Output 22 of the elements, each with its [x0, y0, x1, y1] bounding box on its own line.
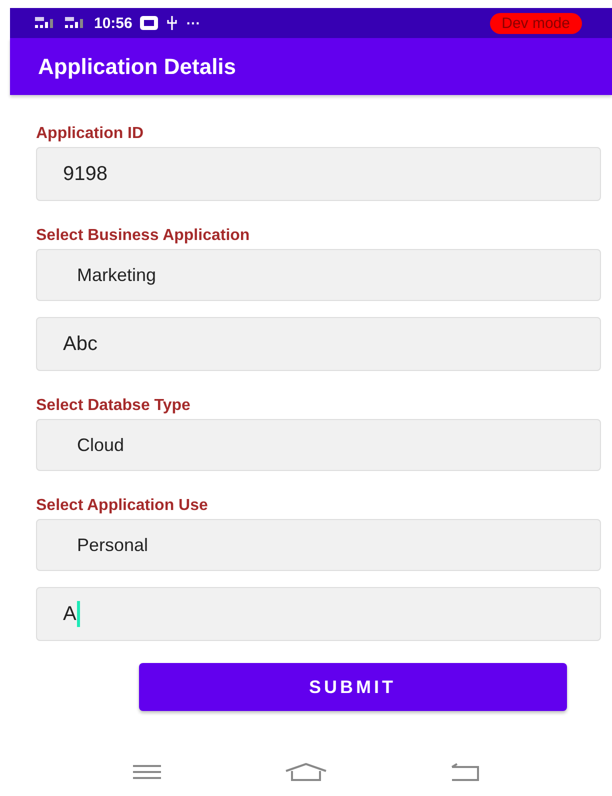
back-icon[interactable]	[450, 763, 480, 781]
dev-mode-badge: Dev mode	[490, 12, 582, 34]
submit-button[interactable]: SUBMIT	[138, 663, 566, 711]
status-time: 10:56	[94, 14, 132, 32]
notification-icon	[140, 16, 158, 30]
input-field[interactable]: 9198	[36, 147, 601, 201]
menu-icon[interactable]	[132, 764, 162, 780]
field-label: Select Application Use	[36, 497, 208, 515]
signal-icon	[34, 16, 56, 30]
field-label: Application ID	[36, 125, 144, 143]
dropdown-field[interactable]: Personal	[36, 519, 601, 571]
field-label: Select Databse Type	[36, 397, 190, 415]
input-field[interactable]: Abc	[36, 317, 601, 371]
dropdown-field[interactable]: Cloud	[36, 419, 601, 471]
field-label: Select Business Application	[36, 227, 250, 245]
usb-icon	[166, 16, 178, 30]
signal-icon	[64, 16, 86, 30]
input-field[interactable]: A	[36, 587, 601, 641]
home-icon[interactable]	[284, 763, 327, 781]
more-indicator: ···	[186, 15, 200, 31]
screen-title: Application Detalis	[38, 54, 236, 80]
dropdown-field[interactable]: Marketing	[36, 249, 601, 301]
